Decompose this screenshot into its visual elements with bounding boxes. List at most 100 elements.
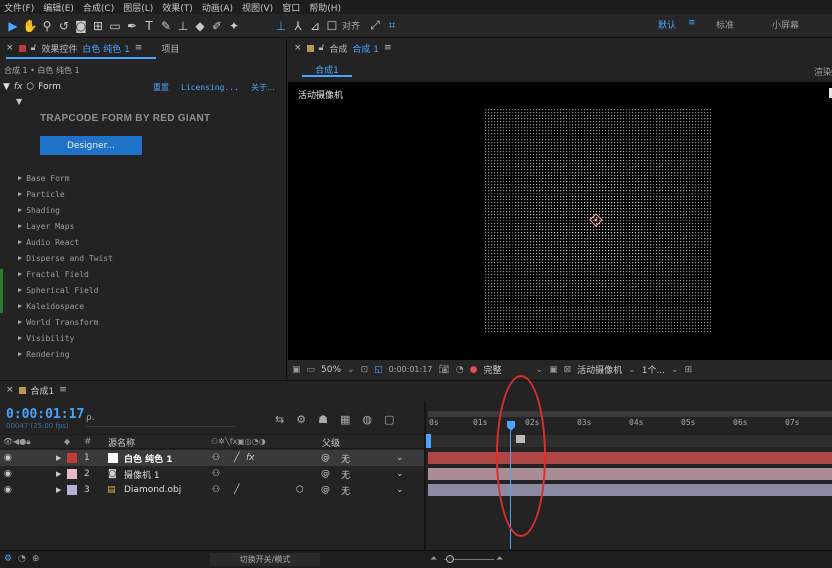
expand-arrow-icon[interactable]: ▶ (18, 238, 22, 246)
expand-arrow-icon[interactable]: ▶ (18, 222, 22, 230)
effect-layer-name[interactable]: 白色 纯色 1 (82, 42, 129, 55)
designer-button[interactable]: Designer... (40, 136, 142, 155)
frame-blend-icon[interactable]: ▦ (340, 413, 350, 426)
shy-icon[interactable]: ☗ (318, 413, 328, 426)
effect-controls-tab[interactable]: × 🔓︎ 效果控件 白色 纯色 1 ≡ 项目 (0, 39, 286, 57)
snap-option-icon[interactable]: ⤢ (368, 18, 382, 33)
rotate-tool-icon[interactable]: ↺ (57, 19, 71, 33)
workspace-default[interactable]: 默认 (658, 18, 676, 31)
chevron-down-icon[interactable]: ⌄ (536, 365, 544, 375)
comp-flowchart-icon[interactable]: ⇆ (275, 413, 284, 426)
rectangle-tool-icon[interactable]: ▭ (108, 19, 122, 33)
stretch-icon[interactable]: ⊕ (32, 554, 40, 564)
layer-duration-bar[interactable] (428, 468, 832, 480)
timeline-timecode[interactable]: 0:00:01:17 (6, 407, 84, 422)
panel-divider[interactable] (424, 401, 426, 551)
fx-switch-icon[interactable]: fx (246, 453, 255, 463)
expand-arrow-icon[interactable]: ▶ (18, 318, 22, 326)
draft-3d-icon[interactable]: ⚙ (296, 413, 306, 426)
pickwhip-icon[interactable]: @ (321, 485, 330, 495)
snap-checkbox-icon[interactable]: ☐ (325, 19, 339, 33)
layer-duration-bar[interactable] (428, 452, 832, 464)
chevron-down-icon[interactable]: ⌄ (347, 365, 355, 375)
brush-tool-icon[interactable]: ✎ (159, 19, 173, 33)
anchor-point-icon[interactable] (589, 213, 603, 227)
camera-dropdown[interactable]: 活动摄像机 (577, 363, 622, 376)
menu-help[interactable]: 帮助(H) (309, 1, 341, 14)
quality-switch-icon[interactable]: ╱ (234, 485, 239, 495)
menu-edit[interactable]: 编辑(E) (43, 1, 74, 14)
chevron-down-icon[interactable]: ⌄ (396, 469, 404, 479)
pen-tool-icon[interactable]: ✒ (125, 19, 139, 33)
source-name-column[interactable]: 源名称 (108, 436, 135, 449)
expand-arrow-icon[interactable]: ▶ (18, 206, 22, 214)
shy-switch-icon[interactable]: ⚇ (212, 485, 220, 495)
layer-search-input[interactable]: ρ. (86, 413, 236, 427)
fx-icon[interactable]: fx (14, 82, 23, 92)
av-switches-icon[interactable]: 👁︎◀︎●🔒︎ (3, 437, 31, 447)
expand-arrow-icon[interactable]: ▶ (18, 254, 22, 262)
expand-arrow-icon[interactable]: ▶ (18, 350, 22, 358)
motion-blur-icon[interactable]: ◍ (362, 413, 372, 426)
effect-header-row[interactable]: ▼ fx ⬡ Form 重置 Licensing... 关于... (3, 81, 283, 93)
layer-name[interactable]: 摄像机 1 (124, 468, 160, 481)
3d-layer-icon[interactable]: ⬡ (296, 485, 304, 495)
current-time[interactable]: 0:00:01:17 (389, 365, 433, 374)
group-rendering[interactable]: ▶ Rendering (0, 346, 280, 362)
monitor-icon[interactable]: ▭ (307, 365, 316, 375)
licensing-link[interactable]: Licensing... (181, 83, 239, 92)
group-audio-react[interactable]: ▶ Audio React (0, 234, 280, 250)
group-base-form[interactable]: ▶ Base Form (0, 170, 280, 186)
zoom-out-icon[interactable]: ⏶ (430, 554, 437, 564)
lock-icon[interactable]: 🔓︎ (319, 43, 325, 53)
time-ruler[interactable]: 0s 01s 02s 03s 04s 05s 06s 07s (428, 418, 832, 432)
selection-tool-icon[interactable]: ▶ (6, 19, 20, 33)
comp-subtab[interactable]: 合成1 (302, 63, 352, 77)
group-spherical-field[interactable]: ▶ Spherical Field (0, 282, 280, 298)
chevron-down-icon[interactable]: ⌄ (396, 485, 404, 495)
expand-arrow-icon[interactable]: ▶ (56, 454, 61, 462)
world-axis-icon[interactable]: ⅄ (291, 19, 305, 33)
hand-tool-icon[interactable]: ✋ (23, 19, 38, 33)
menu-window[interactable]: 窗口 (282, 1, 300, 14)
panel-menu-icon[interactable]: ≡ (384, 43, 392, 53)
composition-tab[interactable]: × 🔓︎ 合成 合成 1 ≡ (288, 39, 832, 57)
expand-arrow-icon[interactable]: ▶ (56, 470, 61, 478)
menu-file[interactable]: 文件(F) (4, 1, 34, 14)
resolution-dropdown[interactable]: 完整 (484, 363, 502, 376)
menu-animation[interactable]: 动画(A) (202, 1, 233, 14)
expand-arrow-icon[interactable]: ▶ (18, 286, 22, 294)
roto-brush-icon[interactable]: ✐ (210, 19, 224, 33)
about-link[interactable]: 关于... (251, 82, 275, 93)
pickwhip-icon[interactable]: @ (321, 453, 330, 463)
local-axis-icon[interactable]: ⊥ (274, 19, 288, 33)
comp-viewer[interactable]: 活动摄像机 (288, 82, 832, 360)
puppet-pin-icon[interactable]: ✦ (227, 19, 241, 33)
menu-view[interactable]: 视图(V) (242, 1, 273, 14)
zoom-in-icon[interactable]: ⏶ (496, 554, 503, 564)
menu-composition[interactable]: 合成(C) (83, 1, 114, 14)
close-icon[interactable]: × (294, 43, 302, 53)
workspace-small-screen[interactable]: 小屏幕 (772, 18, 799, 31)
zoom-tool-icon[interactable]: ⚲ (40, 19, 54, 33)
layer-label-color[interactable] (67, 485, 77, 495)
chevron-down-icon[interactable]: ⌄ (396, 453, 404, 463)
quality-switch-icon[interactable]: ╱ (234, 453, 239, 463)
visibility-eye-icon[interactable]: ◉ (4, 453, 12, 463)
views-dropdown[interactable]: 1个... (642, 363, 665, 376)
parent-dropdown[interactable]: 无 (341, 452, 350, 465)
composition-name[interactable]: 合成 1 (352, 42, 379, 55)
layer-row[interactable]: ◉ ▶ 2 ◙ 摄像机 1 ⚇ @ 无 ⌄ (0, 466, 424, 482)
layer-label-color[interactable] (67, 453, 77, 463)
zoom-dropdown[interactable]: 50% (321, 365, 341, 375)
expand-arrow-icon[interactable]: ▶ (18, 334, 22, 342)
group-world-transform[interactable]: ▶ World Transform (0, 314, 280, 330)
expand-arrow-icon[interactable]: ▶ (18, 174, 22, 182)
timeline-tab[interactable]: × 合成1 ≡ (0, 381, 832, 399)
channel-icon[interactable]: ● (470, 365, 478, 375)
parent-column[interactable]: 父级 (322, 436, 340, 449)
group-disperse-twist[interactable]: ▶ Disperse and Twist (0, 250, 280, 266)
zoom-slider-handle[interactable] (446, 555, 454, 563)
panel-menu-icon[interactable]: ≡ (135, 43, 143, 53)
group-shading[interactable]: ▶ Shading (0, 202, 280, 218)
